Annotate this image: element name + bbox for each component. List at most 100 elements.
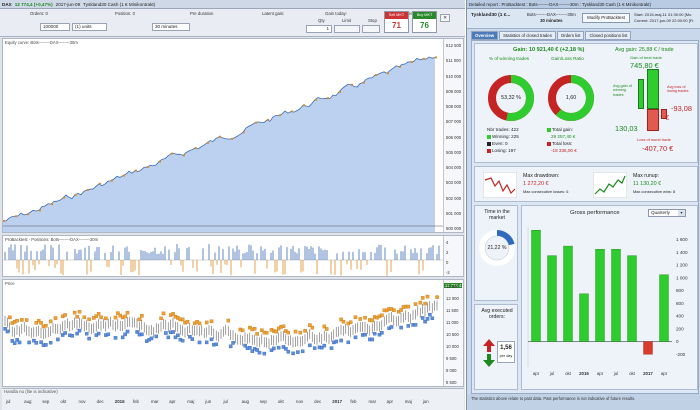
date-tick-label: 2017 xyxy=(332,399,343,404)
instrument-symbol[interactable]: DAX xyxy=(2,2,12,7)
perf-category-label: apr xyxy=(597,371,604,376)
perf-category-label: apr xyxy=(661,371,668,376)
buy-sell-arrows-icon xyxy=(483,339,495,367)
price-axis[interactable]: 12 774,4 12 500 12 000 11 500 11 000 10 500 1… xyxy=(443,280,463,386)
trade-marker xyxy=(183,154,185,157)
trade-marker xyxy=(99,182,101,185)
trade-marker xyxy=(219,135,221,138)
period-select[interactable]: Quarterly ▾ xyxy=(648,209,686,217)
report-system-name: Bots--------DAX--------30m xyxy=(527,12,576,17)
buy-marker xyxy=(87,336,91,341)
price-tick-label: 11 000 xyxy=(446,320,459,325)
trade-marker xyxy=(411,60,413,63)
trade-marker xyxy=(255,121,257,124)
quantity-input[interactable]: 100000 xyxy=(40,23,70,31)
session-date: 2017-jun-09 xyxy=(55,1,81,7)
trade-marker xyxy=(111,179,113,182)
buy-marker xyxy=(17,340,22,345)
drawdown-value: 1 272,20 € xyxy=(523,181,549,187)
trade-marker xyxy=(87,188,89,191)
position-count: Position: 0 xyxy=(115,11,136,16)
current-date: Current: 2017-jun-09 22:00:00 [Fr xyxy=(634,17,694,23)
winning-count: Winning: 225 xyxy=(487,134,519,139)
sell-marker xyxy=(293,329,298,334)
date-tick-label: dec xyxy=(96,399,104,404)
window-title-bar: DAX 12 774,4 (+0,47%) 2017-jun-09 Tyskla… xyxy=(0,0,465,9)
timeframe-select[interactable]: 30 minutes xyxy=(152,23,190,31)
buy-marker xyxy=(286,350,291,354)
stop-order-button[interactable] xyxy=(362,25,380,33)
positions-axis[interactable]: 4 2 0 -2 xyxy=(443,236,463,276)
trade-marker xyxy=(375,74,377,77)
trade-marker xyxy=(267,118,269,121)
date-tick-label: aug xyxy=(241,399,249,404)
sell-marker xyxy=(8,315,12,320)
sell-marker xyxy=(185,320,190,324)
price-tick-label: 11 500 xyxy=(446,308,459,313)
tab-overview[interactable]: Overview xyxy=(471,31,499,40)
sell-market-button[interactable]: Sell MKT 71 xyxy=(384,11,409,33)
trade-marker xyxy=(327,97,329,100)
sell-marker xyxy=(380,313,384,318)
sell-marker xyxy=(72,310,77,315)
buy-marker xyxy=(77,328,82,333)
period-value: Quarterly xyxy=(651,210,670,215)
sell-marker xyxy=(324,327,329,331)
buy-marker xyxy=(106,332,111,337)
trade-marker xyxy=(435,56,437,59)
buy-market-button[interactable]: Buy MKT 76 xyxy=(412,11,437,33)
buy-marker xyxy=(171,330,175,334)
modify-probacktest-button[interactable]: Modify ProBacktest xyxy=(582,13,630,23)
perf-category-label: jul xyxy=(613,371,618,376)
equity-tick-label: 502 000 xyxy=(446,195,462,201)
perf-category-label: apr xyxy=(533,371,540,376)
report-system: Bots--------DAX--------30m 30 minutes xyxy=(527,12,576,23)
worst-trade-value: -407,70 € xyxy=(642,144,674,153)
date-tick-label: feb xyxy=(132,399,139,404)
tab-orders-list[interactable]: Orders list xyxy=(556,31,585,40)
sell-marker xyxy=(75,315,79,319)
gain-today-label: Gain today: xyxy=(325,11,347,16)
tab-statistics-closed-trades[interactable]: Statistics of closed trades xyxy=(499,31,556,40)
trade-marker xyxy=(207,141,209,144)
equity-curve-chart xyxy=(3,56,443,232)
chevron-down-icon[interactable]: ▾ xyxy=(678,210,685,216)
limit-order-button[interactable] xyxy=(334,25,360,33)
units-select[interactable]: (1) units xyxy=(72,23,107,31)
sell-price: 71 xyxy=(392,21,401,30)
buy-marker xyxy=(56,337,60,342)
buy-marker xyxy=(12,341,17,346)
buy-marker xyxy=(197,340,202,345)
buy-marker xyxy=(180,339,185,343)
buy-marker xyxy=(214,342,219,347)
toolbar-close-icon[interactable]: ✕ xyxy=(440,14,450,22)
price-pane[interactable]: Price 12 774,4 12 500 12 000 11 500 11 000 1… xyxy=(2,279,464,387)
qty-label: Qty xyxy=(318,18,325,23)
sell-marker xyxy=(240,328,245,333)
trade-marker xyxy=(3,219,5,222)
trade-marker xyxy=(171,152,173,155)
date-tick-label: maj xyxy=(404,399,412,404)
date-axis[interactable]: Handla nu (lite is indicative) jul aug sep… xyxy=(2,388,464,410)
equity-tick-label: 503 000 xyxy=(446,180,462,186)
date-tick-label: aug xyxy=(24,399,32,404)
best-trade-bar xyxy=(647,69,659,109)
equity-tick-label: 506 000 xyxy=(446,134,462,140)
buy-marker xyxy=(322,343,327,348)
tab-closed-positions-list[interactable]: Closed positions list xyxy=(585,31,632,40)
price-change: 12 774,4 (+0,47%) xyxy=(14,1,53,7)
total-gain-label: Total gain: xyxy=(547,127,573,132)
positions-pane[interactable]: ProBacktest - Positions: Bots--------DAX… xyxy=(2,235,464,277)
platform-window: DAX 12 774,4 (+0,47%) 2017-jun-09 Tyskla… xyxy=(0,0,465,410)
trade-marker xyxy=(351,83,353,86)
sell-marker xyxy=(226,318,231,323)
buy-marker xyxy=(39,340,43,344)
buy-marker xyxy=(190,337,195,341)
buy-price: 76 xyxy=(420,21,429,30)
price-tick-label: 12 000 xyxy=(446,296,459,301)
equity-curve-pane[interactable]: Equity curve: Bots--------DAX--------30m… xyxy=(2,38,464,233)
equity-price-axis[interactable]: 512 500 511 000 510 000 509 000 508 000 507 0… xyxy=(443,39,463,232)
order-qty-input[interactable]: 1 xyxy=(306,25,332,33)
equity-tick-label: 510 000 xyxy=(446,73,462,79)
latent-gain-label: Latent gain: xyxy=(262,11,285,16)
